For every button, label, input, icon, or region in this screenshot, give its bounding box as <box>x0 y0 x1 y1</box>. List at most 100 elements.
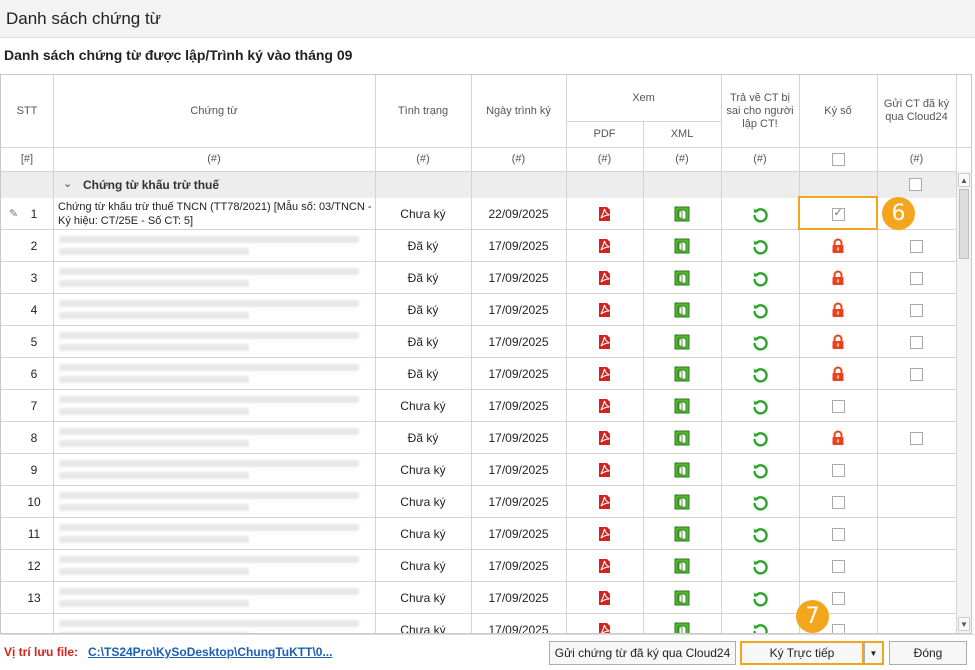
col-header-sign[interactable]: Ký số <box>799 75 877 147</box>
return-icon[interactable] <box>721 294 799 326</box>
return-icon[interactable] <box>721 454 799 486</box>
pdf-icon[interactable] <box>566 550 643 582</box>
xml-icon[interactable] <box>643 262 721 294</box>
table-row[interactable]: 4 Đã ký 17/09/2025 <box>1 294 956 326</box>
return-icon[interactable] <box>721 550 799 582</box>
table-row[interactable]: 7 Chưa ký 17/09/2025 <box>1 390 956 422</box>
cloud-checkbox[interactable] <box>877 230 956 262</box>
pdf-icon[interactable] <box>566 614 643 633</box>
table-row[interactable]: 2 Đã ký 17/09/2025 <box>1 230 956 262</box>
vertical-scrollbar[interactable]: ▲ ▼ <box>956 171 971 633</box>
scroll-up-icon[interactable]: ▲ <box>958 173 970 187</box>
return-icon[interactable] <box>721 518 799 550</box>
return-icon[interactable] <box>721 582 799 614</box>
sign-checkbox[interactable] <box>799 518 877 550</box>
location-path-link[interactable]: C:\TS24Pro\KySoDesktop\ChungTuKTT\0... <box>88 645 332 659</box>
return-icon[interactable] <box>721 262 799 294</box>
xml-icon[interactable] <box>643 198 721 230</box>
pdf-icon[interactable] <box>566 358 643 390</box>
return-icon[interactable] <box>721 326 799 358</box>
filter-cloud[interactable]: (#) <box>877 147 956 171</box>
row-stt: 1 <box>30 207 38 221</box>
xml-icon[interactable] <box>643 614 721 633</box>
filter-stt[interactable]: [#] <box>1 147 53 171</box>
filter-document[interactable]: (#) <box>53 147 375 171</box>
cloud-checkbox[interactable] <box>877 294 956 326</box>
return-icon[interactable] <box>721 358 799 390</box>
cloud-checkbox[interactable] <box>877 358 956 390</box>
cloud-checkbox[interactable] <box>877 326 956 358</box>
pdf-icon[interactable] <box>566 390 643 422</box>
col-header-date[interactable]: Ngày trình ký <box>471 75 566 147</box>
table-row[interactable]: 5 Đã ký 17/09/2025 <box>1 326 956 358</box>
xml-icon[interactable] <box>643 582 721 614</box>
pdf-icon[interactable] <box>566 294 643 326</box>
filter-date[interactable]: (#) <box>471 147 566 171</box>
sign-dropdown-chevron-icon[interactable]: ▼ <box>864 641 884 665</box>
col-header-stt[interactable]: STT <box>1 75 53 147</box>
table-row[interactable]: 11 Chưa ký 17/09/2025 <box>1 518 956 550</box>
pdf-icon[interactable] <box>566 518 643 550</box>
row-stt: 5 <box>30 335 38 349</box>
row-document[interactable]: Chứng từ khấu trừ thuế TNCN (TT78/2021) … <box>58 200 374 228</box>
pdf-icon[interactable] <box>566 230 643 262</box>
return-icon[interactable] <box>721 198 799 230</box>
xml-icon[interactable] <box>643 550 721 582</box>
xml-icon[interactable] <box>643 518 721 550</box>
group-row[interactable]: ⌄ Chứng từ khấu trừ thuế <box>1 171 956 198</box>
cloud-checkbox[interactable] <box>877 422 956 454</box>
table-row[interactable]: 6 Đã ký 17/09/2025 <box>1 358 956 390</box>
sign-direct-button[interactable]: Ký Trực tiếp <box>740 641 864 665</box>
xml-icon[interactable] <box>643 486 721 518</box>
table-row[interactable]: 8 Đã ký 17/09/2025 <box>1 422 956 454</box>
return-icon[interactable] <box>721 390 799 422</box>
col-header-return[interactable]: Trả về CT bị sai cho người lập CT! <box>721 75 799 147</box>
pdf-icon[interactable] <box>566 198 643 230</box>
row-document-redacted <box>59 332 369 352</box>
scroll-down-icon[interactable]: ▼ <box>958 617 970 631</box>
close-button[interactable]: Đóng <box>889 641 967 665</box>
col-header-pdf[interactable]: PDF <box>566 121 643 147</box>
col-header-cloud[interactable]: Gửi CT đã ký qua Cloud24 <box>877 75 956 147</box>
row-status: Chưa ký <box>400 623 446 634</box>
return-icon[interactable] <box>721 422 799 454</box>
filter-xml[interactable]: (#) <box>643 147 721 171</box>
return-icon[interactable] <box>721 486 799 518</box>
sign-checkbox[interactable] <box>799 390 877 422</box>
table-row[interactable]: 3 Đã ký 17/09/2025 <box>1 262 956 294</box>
select-all-sign-checkbox[interactable] <box>799 147 877 171</box>
sign-checkbox[interactable] <box>799 550 877 582</box>
xml-icon[interactable] <box>643 358 721 390</box>
row-stt <box>15 614 53 633</box>
sign-checkbox[interactable] <box>799 454 877 486</box>
pdf-icon[interactable] <box>566 262 643 294</box>
send-cloud24-button[interactable]: Gửi chứng từ đã ký qua Cloud24 <box>549 641 736 665</box>
table-row[interactable]: 9 Chưa ký 17/09/2025 <box>1 454 956 486</box>
xml-icon[interactable] <box>643 390 721 422</box>
chevron-down-icon[interactable]: ⌄ <box>63 177 72 190</box>
return-icon[interactable] <box>721 614 799 633</box>
filter-return[interactable]: (#) <box>721 147 799 171</box>
xml-icon[interactable] <box>643 422 721 454</box>
pdf-icon[interactable] <box>566 486 643 518</box>
pdf-icon[interactable] <box>566 454 643 486</box>
cloud-checkbox[interactable] <box>877 262 956 294</box>
xml-icon[interactable] <box>643 326 721 358</box>
group-cloud-checkbox[interactable] <box>909 178 922 191</box>
scroll-thumb[interactable] <box>959 189 969 259</box>
table-row[interactable]: 12 Chưa ký 17/09/2025 <box>1 550 956 582</box>
filter-status[interactable]: (#) <box>375 147 471 171</box>
table-row[interactable]: 10 Chưa ký 17/09/2025 <box>1 486 956 518</box>
sign-checkbox[interactable] <box>799 486 877 518</box>
pdf-icon[interactable] <box>566 326 643 358</box>
col-header-document[interactable]: Chứng từ <box>53 75 375 147</box>
pdf-icon[interactable] <box>566 422 643 454</box>
xml-icon[interactable] <box>643 454 721 486</box>
col-header-xml[interactable]: XML <box>643 121 721 147</box>
return-icon[interactable] <box>721 230 799 262</box>
col-header-status[interactable]: Tình trạng <box>375 75 471 147</box>
xml-icon[interactable] <box>643 230 721 262</box>
pdf-icon[interactable] <box>566 582 643 614</box>
xml-icon[interactable] <box>643 294 721 326</box>
filter-pdf[interactable]: (#) <box>566 147 643 171</box>
